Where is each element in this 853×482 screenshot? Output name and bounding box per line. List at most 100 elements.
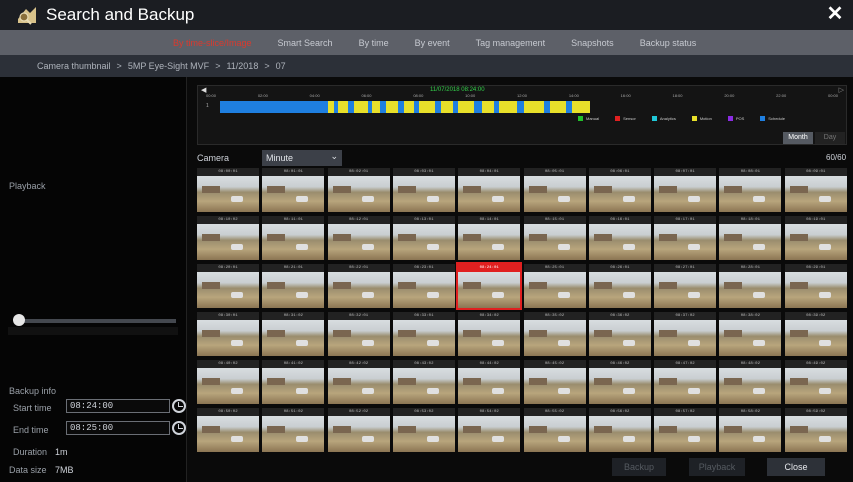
thumbnail-count: 60/60 [826, 153, 847, 162]
thumbnail[interactable]: 08:26:01 [588, 264, 651, 308]
thumbnail[interactable]: 08:18:01 [719, 216, 782, 260]
timeline-next-icon[interactable]: ▷ [839, 86, 844, 94]
thumbnail[interactable]: 08:42:02 [327, 360, 390, 404]
timeline-tick: 06:00 [361, 93, 372, 98]
thumbnail[interactable]: 08:36:02 [588, 312, 651, 356]
thumbnail[interactable]: 08:46:02 [588, 360, 651, 404]
tab-by-event[interactable]: By event [415, 38, 450, 48]
thumbnail[interactable]: 08:03:01 [392, 168, 455, 212]
crumb-camera-thumbnail[interactable]: Camera thumbnail [37, 61, 111, 71]
thumbnail[interactable]: 08:04:01 [458, 168, 521, 212]
thumbnail[interactable]: 08:49:02 [784, 360, 847, 404]
thumbnail[interactable]: 08:05:01 [523, 168, 586, 212]
thumbnail[interactable]: 08:32:01 [327, 312, 390, 356]
thumbnail[interactable]: 08:58:02 [719, 408, 782, 452]
thumbnail[interactable]: 08:17:01 [654, 216, 717, 260]
end-time-clock-icon[interactable] [172, 421, 186, 435]
tab-by-time-slice[interactable]: By time-slice/Image [173, 38, 252, 48]
thumbnail[interactable]: 08:13:01 [392, 216, 455, 260]
thumbnail[interactable]: 08:34:02 [458, 312, 521, 356]
backup-button[interactable]: Backup [612, 458, 666, 476]
crumb-camera[interactable]: 5MP Eye-Sight MVF [128, 61, 209, 71]
thumbnail[interactable]: 08:02:01 [327, 168, 390, 212]
tab-smart-search[interactable]: Smart Search [278, 38, 333, 48]
legend-label: Manual [586, 116, 600, 121]
thumbnail[interactable]: 08:01:01 [262, 168, 325, 212]
thumbnail[interactable]: 08:45:02 [523, 360, 586, 404]
thumbnail[interactable]: 08:37:02 [654, 312, 717, 356]
legend-item: Sensor [615, 116, 636, 121]
thumbnail[interactable]: 08:29:01 [784, 264, 847, 308]
thumbnail[interactable]: 08:56:02 [588, 408, 651, 452]
end-time-input[interactable]: 08:25:00 [66, 421, 170, 435]
thumbnail[interactable]: 08:59:02 [784, 408, 847, 452]
thumbnail[interactable]: 08:39:02 [784, 312, 847, 356]
thumbnail[interactable]: 08:15:01 [523, 216, 586, 260]
thumbnail[interactable]: 08:48:02 [719, 360, 782, 404]
tab-by-time[interactable]: By time [359, 38, 389, 48]
tab-backup-status[interactable]: Backup status [640, 38, 697, 48]
month-mode-button[interactable]: Month [783, 132, 813, 144]
timeline-tick: 10:00 [465, 93, 476, 98]
thumbnail[interactable]: 08:30:01 [197, 312, 259, 356]
crumb-month[interactable]: 11/2018 [226, 61, 258, 71]
thumbnail[interactable]: 08:47:02 [654, 360, 717, 404]
thumbnail[interactable]: 08:16:01 [588, 216, 651, 260]
close-icon[interactable]: ✕ [825, 4, 845, 24]
thumbnail[interactable]: 08:41:02 [262, 360, 325, 404]
thumbnail[interactable]: 08:10:02 [197, 216, 259, 260]
thumbnail-time: 08:15:01 [523, 216, 586, 224]
thumbnail[interactable]: 08:53:02 [392, 408, 455, 452]
thumbnail[interactable]: 08:55:02 [523, 408, 586, 452]
thumbnail[interactable]: 08:24:01 [456, 262, 523, 310]
thumbnail[interactable]: 08:12:01 [327, 216, 390, 260]
playback-slider-knob[interactable] [13, 314, 25, 326]
thumbnail[interactable]: 08:07:01 [654, 168, 717, 212]
thumbnail[interactable]: 08:25:01 [523, 264, 586, 308]
thumbnail[interactable]: 08:08:01 [719, 168, 782, 212]
thumbnail[interactable]: 08:43:02 [392, 360, 455, 404]
thumbnail[interactable]: 08:14:01 [458, 216, 521, 260]
thumbnail[interactable]: 08:19:01 [784, 216, 847, 260]
thumbnail-image [719, 368, 782, 404]
thumbnail[interactable]: 08:40:02 [197, 360, 259, 404]
timeline-tick: 04:00 [309, 93, 320, 98]
thumbnail[interactable]: 08:21:01 [262, 264, 325, 308]
thumbnail[interactable]: 08:22:01 [327, 264, 390, 308]
thumbnail[interactable]: 08:33:01 [392, 312, 455, 356]
thumbnail[interactable]: 08:54:02 [458, 408, 521, 452]
thumbnail[interactable]: 08:28:01 [719, 264, 782, 308]
thumbnail[interactable]: 08:09:01 [784, 168, 847, 212]
playback-button[interactable]: Playback [689, 458, 745, 476]
thumbnail[interactable]: 08:44:02 [458, 360, 521, 404]
day-mode-button[interactable]: Day [815, 132, 845, 144]
thumbnail[interactable]: 08:38:02 [719, 312, 782, 356]
playback-slider-track[interactable] [18, 319, 176, 323]
thumbnail[interactable]: 08:23:01 [392, 264, 455, 308]
thumbnail-image [327, 416, 390, 452]
thumbnail[interactable]: 08:52:02 [327, 408, 390, 452]
chevron-down-icon: ⌄ [330, 151, 338, 161]
thumbnail-time: 08:40:02 [197, 360, 259, 368]
thumbnail-time: 08:50:02 [197, 408, 259, 416]
crumb-day[interactable]: 07 [276, 61, 286, 71]
start-time-input[interactable]: 08:24:00 [66, 399, 170, 413]
time-unit-select[interactable]: Minute ⌄ [262, 150, 342, 166]
thumbnail[interactable]: 08:11:01 [262, 216, 325, 260]
timeline-record-bar[interactable] [220, 101, 590, 113]
thumbnail[interactable]: 08:06:01 [588, 168, 651, 212]
thumbnail[interactable]: 08:51:02 [262, 408, 325, 452]
thumbnail[interactable]: 08:27:01 [654, 264, 717, 308]
thumbnail[interactable]: 08:31:02 [262, 312, 325, 356]
tab-snapshots[interactable]: Snapshots [571, 38, 614, 48]
thumbnail[interactable]: 08:57:02 [654, 408, 717, 452]
thumbnail[interactable]: 08:20:01 [197, 264, 259, 308]
close-button[interactable]: Close [767, 458, 825, 476]
thumbnail-time: 08:06:01 [588, 168, 651, 176]
thumbnail-image [327, 224, 390, 260]
thumbnail[interactable]: 08:50:02 [197, 408, 259, 452]
start-time-clock-icon[interactable] [172, 399, 186, 413]
tab-tag-management[interactable]: Tag management [476, 38, 546, 48]
thumbnail[interactable]: 08:00:01 [197, 168, 259, 212]
thumbnail[interactable]: 08:35:02 [523, 312, 586, 356]
